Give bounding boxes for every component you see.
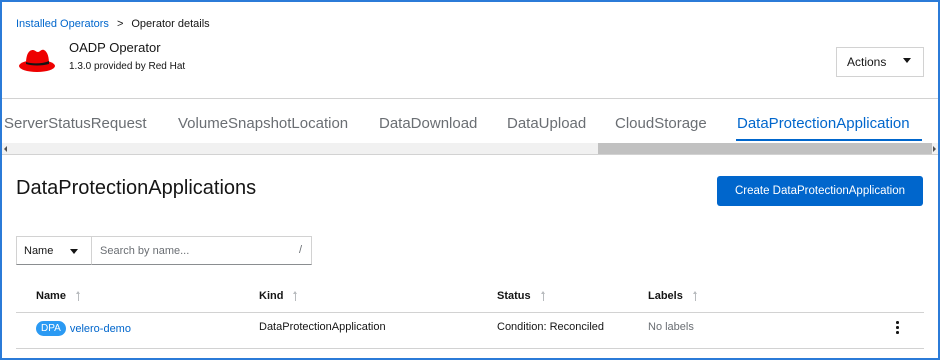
column-header-status[interactable]: Status [497, 290, 547, 302]
column-header-kind[interactable]: Kind [259, 290, 299, 302]
tab-volume-snapshot-location[interactable]: VolumeSnapshotLocation [178, 115, 348, 132]
breadcrumb: Installed Operators > Operator details [16, 18, 210, 30]
breadcrumb-installed-operators-link[interactable]: Installed Operators [16, 18, 109, 30]
row-labels-cell: No labels [648, 321, 694, 333]
create-dpa-button[interactable]: Create DataProtectionApplication [717, 176, 923, 206]
kebab-menu-icon[interactable] [892, 319, 902, 335]
breadcrumb-separator: > [116, 18, 124, 30]
column-header-kind-label: Kind [259, 290, 284, 302]
search-placeholder: Search by name... [100, 244, 190, 257]
resource-name-link[interactable]: velero-demo [70, 323, 131, 335]
search-input[interactable]: Search by name... / [92, 236, 312, 265]
active-tab-indicator [736, 139, 922, 141]
caret-down-icon [70, 249, 78, 254]
actions-dropdown[interactable]: Actions [836, 47, 924, 77]
scroll-right-arrow-icon[interactable] [933, 146, 936, 152]
sort-icon[interactable] [692, 290, 699, 302]
row-name-cell: DPA velero-demo [36, 321, 131, 336]
column-header-name-label: Name [36, 290, 66, 302]
filter-toolbar: Name Search by name... / [16, 236, 312, 265]
tabs-bar: ServerStatusRequest VolumeSnapshotLocati… [2, 98, 938, 144]
breadcrumb-current: Operator details [131, 18, 210, 30]
status-value: Reconciled [549, 321, 605, 333]
column-header-labels-label: Labels [648, 290, 683, 302]
scroll-left-arrow-icon[interactable] [4, 146, 7, 152]
tabs-scrollbar[interactable] [2, 143, 938, 155]
row-kind-cell: DataProtectionApplication [259, 321, 386, 333]
table-header-divider [16, 312, 924, 313]
column-header-name[interactable]: Name [36, 290, 82, 302]
operator-version: 1.3.0 provided by Red Hat [69, 61, 186, 72]
operator-name: OADP Operator [69, 40, 161, 55]
redhat-hat-icon [19, 49, 55, 72]
actions-label: Actions [847, 55, 887, 69]
search-shortcut-hint: / [298, 244, 302, 256]
tab-data-protection-application[interactable]: DataProtectionApplication [737, 115, 910, 132]
status-label: Condition: [497, 321, 547, 333]
filter-type-value: Name [24, 244, 54, 257]
caret-down-icon [903, 58, 911, 63]
column-header-labels[interactable]: Labels [648, 290, 699, 302]
tab-cloud-storage[interactable]: CloudStorage [615, 115, 707, 132]
table-row-divider [16, 348, 924, 349]
page-title: DataProtectionApplications [16, 177, 257, 199]
scrollbar-thumb[interactable] [598, 143, 932, 154]
sort-icon[interactable] [540, 290, 547, 302]
sort-icon[interactable] [75, 290, 82, 302]
filter-type-select[interactable]: Name [16, 236, 92, 265]
tab-server-status-request[interactable]: ServerStatusRequest [4, 115, 147, 132]
resource-kind-badge: DPA [36, 321, 66, 336]
tab-data-download[interactable]: DataDownload [379, 115, 477, 132]
row-status-cell: Condition: Reconciled [497, 321, 604, 333]
column-header-status-label: Status [497, 290, 531, 302]
tab-data-upload[interactable]: DataUpload [507, 115, 586, 132]
sort-icon[interactable] [293, 290, 299, 302]
